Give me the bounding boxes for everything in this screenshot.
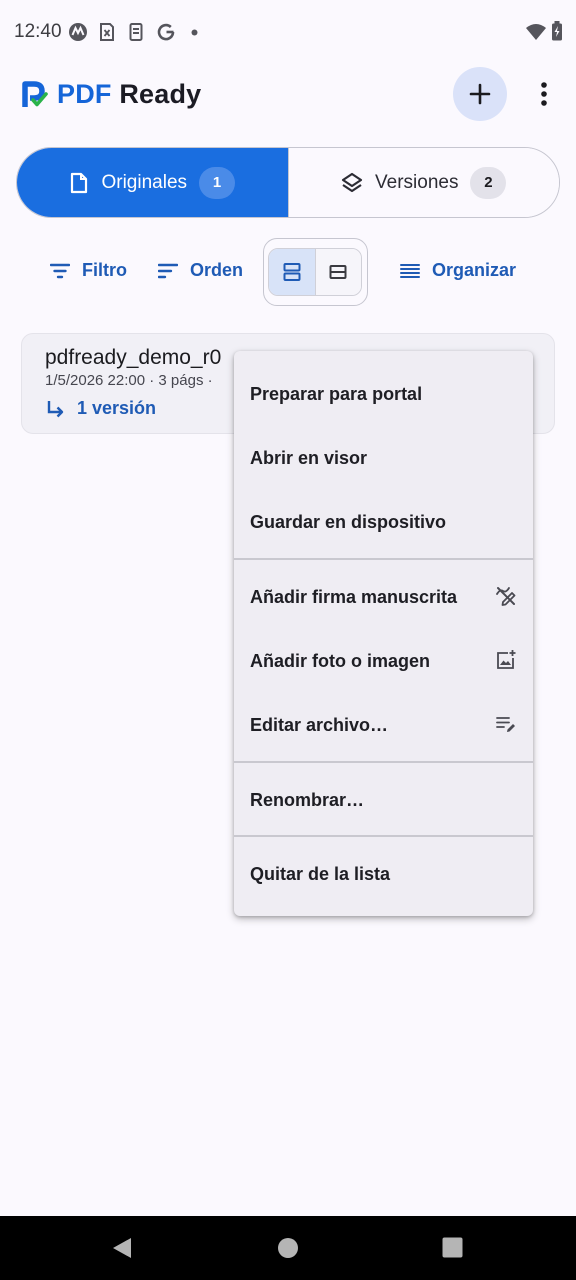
battery-charging-icon (551, 21, 563, 41)
sim-x-icon (99, 22, 115, 42)
app-bar: PDF Ready (0, 64, 576, 128)
file-name: pdfready_demo_r0 (45, 346, 222, 369)
status-time: 12:40 (14, 21, 62, 42)
tab-originales[interactable]: Originales 1 (17, 148, 288, 217)
motorola-icon (68, 22, 88, 42)
menu-item-add-signature[interactable]: Añadir firma manuscrita (234, 565, 533, 629)
menu-item-label: Editar archivo… (250, 714, 389, 735)
recents-icon[interactable] (442, 1237, 463, 1258)
more-vert-icon (541, 82, 547, 106)
edit-note-icon (495, 713, 517, 735)
menu-item-label: Añadir firma manuscrita (250, 586, 458, 607)
google-icon (156, 22, 176, 42)
menu-item-label: Añadir foto o imagen (250, 650, 430, 671)
organize-button[interactable]: Organizar (400, 260, 516, 281)
organize-icon (400, 263, 420, 278)
draw-signature-icon (495, 585, 517, 607)
dot-icon (191, 29, 198, 36)
menu-item-label: Renombrar… (250, 789, 365, 810)
home-icon[interactable] (277, 1237, 299, 1259)
pdfready-logo-icon (22, 81, 48, 109)
menu-item-edit-file[interactable]: Editar archivo… (234, 693, 533, 757)
sort-icon (158, 263, 178, 278)
menu-item-label: Quitar de la lista (250, 863, 391, 884)
menu-divider (234, 761, 533, 763)
sort-button[interactable]: Orden (158, 260, 243, 281)
view-agenda-icon (283, 263, 301, 281)
filter-button[interactable]: Filtro (50, 260, 127, 281)
tab-originales-count: 1 (199, 166, 236, 199)
system-navigation-bar (0, 1216, 576, 1280)
menu-item-open-viewer[interactable]: Abrir en visor (234, 426, 533, 490)
menu-divider (234, 558, 533, 560)
document-icon (71, 172, 88, 193)
view-mode-toggle (263, 238, 368, 306)
menu-item-remove-from-list[interactable]: Quitar de la lista (234, 842, 533, 906)
subdirectory-arrow-icon (47, 400, 64, 417)
sort-label: Orden (190, 260, 244, 280)
tab-originales-label: Originales (101, 171, 188, 193)
menu-item-label: Guardar en dispositivo (250, 511, 447, 532)
tab-switcher: Originales 1 Versiones 2 (16, 147, 560, 218)
add-photo-icon (495, 649, 517, 671)
menu-divider (234, 835, 533, 837)
tab-versiones[interactable]: Versiones 2 (287, 148, 559, 217)
tab-versiones-count: 2 (470, 166, 507, 199)
view-compact-icon (329, 265, 347, 279)
file-versions-link[interactable]: 1 versión (45, 398, 156, 419)
file-versions-label: 1 versión (77, 398, 157, 418)
menu-item-save-device[interactable]: Guardar en dispositivo (234, 490, 533, 554)
menu-item-add-photo[interactable]: Añadir foto o imagen (234, 629, 533, 693)
menu-item-rename[interactable]: Renombrar… (234, 768, 533, 832)
filter-icon (50, 263, 70, 278)
menu-item-label: Preparar para portal (250, 383, 423, 404)
organize-label: Organizar (432, 260, 517, 280)
view-mode-group (268, 248, 362, 296)
more-options-button[interactable] (528, 76, 560, 112)
filter-label: Filtro (82, 260, 127, 280)
app-title-pdf: PDF (57, 79, 112, 109)
menu-item-label: Abrir en visor (250, 447, 368, 468)
tab-versiones-label: Versiones (375, 171, 459, 193)
clipboard-icon (129, 22, 143, 42)
layers-icon (341, 172, 363, 192)
plus-icon (469, 83, 491, 105)
add-button[interactable] (453, 67, 507, 121)
menu-item-prepare-portal[interactable]: Preparar para portal (234, 362, 533, 426)
wifi-icon (525, 23, 547, 41)
file-meta: 1/5/2026 22:00 · 3 págs · (45, 372, 213, 389)
app-title-ready: Ready (119, 79, 202, 109)
file-context-menu: Preparar para portal Abrir en visor Guar… (234, 351, 533, 916)
view-expanded-button[interactable] (269, 249, 315, 295)
back-icon[interactable] (111, 1236, 133, 1260)
view-compact-button[interactable] (314, 249, 361, 295)
status-bar: 12:40 (0, 0, 576, 64)
list-toolbar: Filtro Orden Organizar (0, 236, 576, 308)
app-title: PDF Ready (57, 79, 201, 110)
